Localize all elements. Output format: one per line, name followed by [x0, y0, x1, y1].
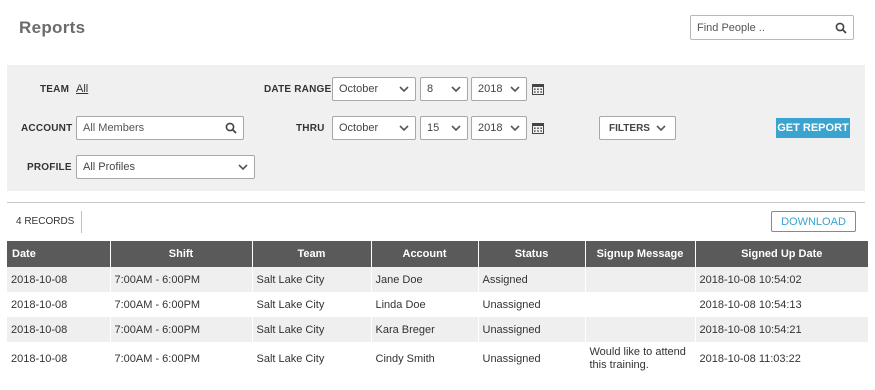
date-range-label: DATE RANGE — [264, 84, 332, 95]
cell-team: Salt Lake City — [252, 317, 372, 342]
cell-signed-up-date: 2018-10-08 10:54:13 — [695, 292, 868, 317]
download-button[interactable]: DOWNLOAD — [771, 211, 856, 232]
separator — [81, 211, 82, 233]
cell-team: Salt Lake City — [252, 292, 372, 317]
table-row: 2018-10-08 7:00AM - 6:00PM Salt Lake Cit… — [7, 317, 868, 342]
from-year-value: 2018 — [478, 83, 503, 95]
cell-signed-up-date: 2018-10-08 10:54:21 — [695, 317, 868, 342]
cell-date: 2018-10-08 — [7, 292, 111, 317]
to-day-value: 15 — [427, 122, 440, 134]
page-title: Reports — [19, 18, 86, 37]
cell-status: Assigned — [478, 267, 586, 292]
calendar-icon[interactable] — [532, 122, 544, 134]
chevron-down-icon — [656, 124, 666, 131]
account-search[interactable] — [76, 116, 244, 140]
thru-label: THRU — [296, 123, 325, 134]
chevron-down-icon — [451, 85, 461, 92]
from-month-select[interactable]: October — [332, 77, 416, 101]
chevron-down-icon — [451, 124, 461, 131]
to-year-select[interactable]: 2018 — [471, 116, 527, 140]
table-header-row: Date Shift Team Account Status Signup Me… — [7, 241, 868, 267]
chevron-down-icon — [510, 124, 520, 131]
from-month-value: October — [339, 83, 379, 95]
filters-button[interactable]: FILTERS — [599, 116, 676, 140]
search-icon[interactable] — [835, 22, 847, 34]
table-row: 2018-10-08 7:00AM - 6:00PM Salt Lake Cit… — [7, 292, 868, 317]
to-month-value: October — [339, 122, 379, 134]
account-label: ACCOUNT — [21, 123, 73, 134]
table-row: 2018-10-08 7:00AM - 6:00PM Salt Lake Cit… — [7, 342, 868, 376]
profile-value: All Profiles — [83, 161, 135, 173]
calendar-icon[interactable] — [532, 83, 544, 95]
cell-date: 2018-10-08 — [7, 267, 111, 292]
cell-date: 2018-10-08 — [7, 317, 111, 342]
cell-shift: 7:00AM - 6:00PM — [110, 267, 253, 292]
from-day-select[interactable]: 8 — [420, 77, 468, 101]
cell-signup-message — [585, 317, 696, 342]
get-report-button[interactable]: GET REPORT — [776, 118, 850, 138]
cell-shift: 7:00AM - 6:00PM — [110, 317, 253, 342]
chevron-down-icon — [399, 124, 409, 131]
cell-account: Cindy Smith — [371, 342, 479, 376]
cell-status: Unassigned — [478, 342, 586, 376]
cell-signup-message — [585, 292, 696, 317]
cell-status: Unassigned — [478, 317, 586, 342]
team-all-link[interactable]: All — [76, 83, 88, 95]
cell-team: Salt Lake City — [252, 342, 372, 376]
from-year-select[interactable]: 2018 — [471, 77, 527, 101]
find-people-input[interactable] — [697, 21, 835, 34]
from-day-value: 8 — [427, 83, 434, 95]
team-label: TEAM — [40, 84, 70, 95]
chevron-down-icon — [238, 163, 248, 170]
cell-signup-message: Would like to attend this training. — [585, 342, 696, 376]
cell-account: Linda Doe — [371, 292, 479, 317]
profile-label: PROFILE — [27, 162, 72, 173]
column-header-signed-up-date[interactable]: Signed Up Date — [695, 241, 868, 267]
filters-button-label: FILTERS — [609, 122, 650, 134]
report-table: Date Shift Team Account Status Signup Me… — [7, 241, 868, 376]
cell-signed-up-date: 2018-10-08 10:54:02 — [695, 267, 868, 292]
cell-team: Salt Lake City — [252, 267, 372, 292]
column-header-date[interactable]: Date — [7, 241, 111, 267]
account-input[interactable] — [83, 122, 225, 134]
to-month-select[interactable]: October — [332, 116, 416, 140]
column-header-shift[interactable]: Shift — [110, 241, 253, 267]
find-people-search[interactable] — [690, 15, 854, 40]
column-header-status[interactable]: Status — [478, 241, 586, 267]
column-header-account[interactable]: Account — [371, 241, 479, 267]
search-icon[interactable] — [225, 122, 237, 134]
cell-shift: 7:00AM - 6:00PM — [110, 342, 253, 376]
cell-account: Jane Doe — [371, 267, 479, 292]
cell-signup-message — [585, 267, 696, 292]
profile-select[interactable]: All Profiles — [76, 155, 255, 179]
table-row: 2018-10-08 7:00AM - 6:00PM Salt Lake Cit… — [7, 267, 868, 292]
cell-status: Unassigned — [478, 292, 586, 317]
chevron-down-icon — [399, 85, 409, 92]
chevron-down-icon — [510, 85, 520, 92]
cell-date: 2018-10-08 — [7, 342, 111, 376]
record-count: 4 RECORDS — [16, 216, 75, 227]
to-day-select[interactable]: 15 — [420, 116, 468, 140]
divider — [7, 202, 865, 203]
cell-signed-up-date: 2018-10-08 11:03:22 — [695, 342, 868, 376]
to-year-value: 2018 — [478, 122, 503, 134]
column-header-signup-message[interactable]: Signup Message — [585, 241, 696, 267]
cell-account: Kara Breger — [371, 317, 479, 342]
column-header-team[interactable]: Team — [252, 241, 372, 267]
cell-shift: 7:00AM - 6:00PM — [110, 292, 253, 317]
